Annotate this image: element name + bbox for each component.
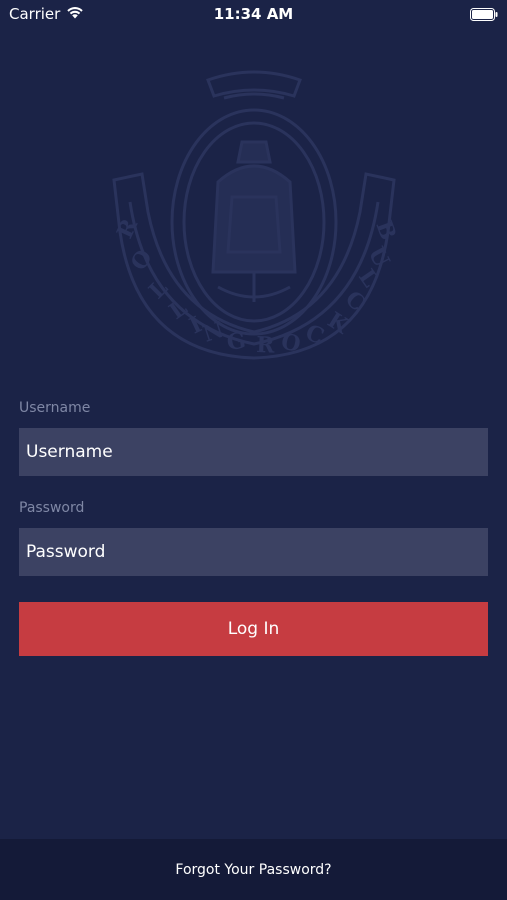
password-input[interactable]: Password — [19, 528, 488, 576]
login-screen: Carrier 11:34 AM R O L L I N G R O C K C… — [0, 0, 507, 900]
footer-bar: Forgot Your Password? — [0, 839, 507, 900]
svg-text:R: R — [256, 332, 276, 359]
status-time: 11:34 AM — [213, 5, 294, 23]
username-input[interactable]: Username — [19, 428, 488, 476]
password-label: Password — [19, 500, 85, 516]
forgot-password-link[interactable]: Forgot Your Password? — [175, 862, 331, 878]
username-label: Username — [19, 400, 91, 416]
status-bar: Carrier 11:34 AM — [0, 0, 507, 28]
club-crest-logo: R O L L I N G R O C K C L U B — [108, 62, 401, 360]
login-button[interactable]: Log In — [19, 602, 488, 656]
svg-text:G: G — [225, 328, 247, 356]
svg-text:O: O — [279, 328, 303, 357]
battery-icon — [470, 7, 498, 21]
